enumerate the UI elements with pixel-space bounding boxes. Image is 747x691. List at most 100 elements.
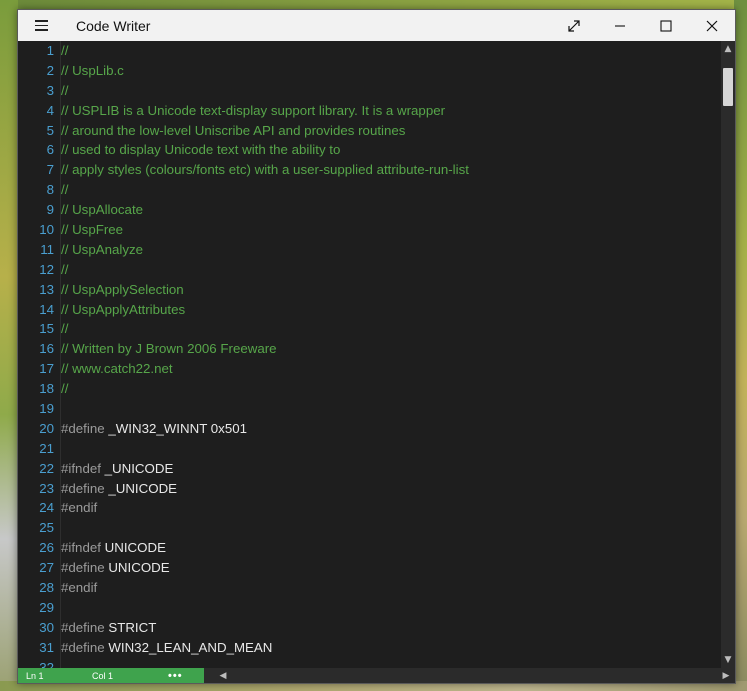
code-token: // USPLIB is a Unicode text-display supp… (61, 102, 446, 118)
line-number: 29 (39, 599, 54, 615)
code-line[interactable]: #endif (61, 498, 721, 518)
line-number: 13 (39, 281, 54, 297)
vertical-scrollbar[interactable]: ▲ ▼ (721, 41, 735, 668)
code-token: #endif (61, 580, 98, 596)
code-token: // (61, 381, 69, 397)
code-line[interactable]: // UspLib.c (61, 61, 721, 81)
code-line[interactable]: // www.catch22.net (61, 359, 721, 379)
line-number: 12 (39, 261, 54, 277)
code-line[interactable] (61, 518, 721, 538)
code-line[interactable]: // (61, 81, 721, 101)
line-number: 7 (46, 162, 54, 178)
code-line[interactable]: #define WIN32_LEAN_AND_MEAN (61, 638, 721, 658)
line-number: 26 (39, 540, 54, 556)
line-number: 6 (46, 142, 54, 158)
minimize-icon (615, 24, 625, 27)
code-line[interactable]: // Written by J Brown 2006 Freeware (61, 339, 721, 359)
code-token: // apply styles (colours/fonts etc) with… (61, 162, 469, 178)
line-number: 14 (39, 301, 54, 317)
horizontal-scrollbar[interactable]: ◀ ▶ (204, 668, 735, 683)
minimize-button[interactable] (597, 10, 643, 41)
code-token: #define (61, 619, 109, 635)
code-token: // www.catch22.net (61, 361, 173, 377)
code-line[interactable]: // apply styles (colours/fonts etc) with… (61, 160, 721, 180)
code-area[interactable]: // // UspLib.c // // USPLIB is a Unicode te… (60, 41, 721, 668)
line-number: 18 (39, 381, 54, 397)
code-token: // Written by J Brown 2006 Freeware (61, 341, 277, 357)
code-token: // UspFree (61, 222, 124, 238)
code-token: #define (61, 420, 109, 436)
maximize-button[interactable] (643, 10, 689, 41)
line-number: 24 (39, 500, 54, 516)
code-line[interactable]: // UspAnalyze (61, 240, 721, 260)
code-line[interactable]: #ifndef _UNICODE (61, 459, 721, 479)
code-token: // UspAnalyze (61, 241, 144, 257)
line-number: 23 (39, 480, 54, 496)
title-bar[interactable]: Code Writer (18, 10, 735, 41)
code-line[interactable]: #define UNICODE (61, 558, 721, 578)
code-token: _WIN32_WINNT 0x501 (108, 420, 248, 436)
code-token: #define (61, 560, 109, 576)
close-button[interactable] (689, 10, 735, 41)
expand-icon (568, 19, 580, 32)
line-number: 22 (39, 460, 54, 476)
line-number: 27 (39, 560, 54, 576)
code-token: // (61, 82, 69, 98)
code-token: // UspLib.c (61, 62, 124, 78)
code-token: #endif (61, 500, 98, 516)
line-number: 21 (39, 440, 54, 456)
fullscreen-button[interactable] (551, 10, 597, 41)
code-line[interactable]: #define _UNICODE (61, 479, 721, 499)
code-line[interactable] (61, 658, 721, 668)
line-number: 20 (39, 420, 54, 436)
code-line[interactable]: // UspApplySelection (61, 280, 721, 300)
code-token: // around the low-level Uniscribe API an… (61, 122, 406, 138)
code-line[interactable]: #endif (61, 578, 721, 598)
code-token: // (61, 321, 69, 337)
code-token: #define (61, 639, 109, 655)
code-line[interactable]: // (61, 41, 721, 61)
status-column-number: Col 1 (92, 670, 114, 681)
code-line[interactable]: #define _WIN32_WINNT 0x501 (61, 419, 721, 439)
code-token: STRICT (108, 619, 157, 635)
code-token: #ifndef (61, 540, 105, 556)
code-line[interactable] (61, 598, 721, 618)
code-line[interactable] (61, 399, 721, 419)
code-line[interactable]: // (61, 379, 721, 399)
code-line[interactable]: // UspAllocate (61, 200, 721, 220)
code-line[interactable]: // UspApplyAttributes (61, 300, 721, 320)
code-editor[interactable]: 1 2 3 4 5 6 7 8 9 10 11 12 13 14 15 16 17 18 19 20 21 22 23 24 2… (18, 41, 721, 668)
code-token: // (61, 261, 69, 277)
line-number: 4 (46, 102, 54, 118)
code-line[interactable]: // USPLIB is a Unicode text-display supp… (61, 101, 721, 121)
desktop-wallpaper-left (0, 0, 18, 691)
code-line[interactable]: // (61, 319, 721, 339)
line-number: 11 (40, 241, 54, 257)
status-line-number: Ln 1 (26, 670, 44, 681)
code-line[interactable]: // (61, 260, 721, 280)
line-number: 15 (39, 321, 54, 337)
line-number: 10 (39, 222, 54, 238)
app-window: Code Writer 1 2 3 4 5 6 7 8 9 10 11 12 13 14 15 16 17 18 1… (17, 9, 736, 684)
code-line[interactable]: // around the low-level Uniscribe API an… (61, 121, 721, 141)
line-number: 19 (39, 401, 54, 417)
scroll-up-arrow-icon[interactable]: ▲ (721, 42, 735, 56)
code-line[interactable]: #define STRICT (61, 618, 721, 638)
scroll-left-arrow-icon[interactable]: ◀ (216, 668, 230, 683)
line-number: 32 (39, 659, 54, 668)
code-token: _UNICODE (108, 480, 178, 496)
scroll-down-arrow-icon[interactable]: ▼ (721, 653, 735, 667)
vertical-scroll-thumb[interactable] (723, 68, 733, 106)
code-line[interactable]: #ifndef UNICODE (61, 538, 721, 558)
code-line[interactable] (61, 439, 721, 459)
code-line[interactable]: // used to display Unicode text with the… (61, 140, 721, 160)
line-number: 28 (39, 580, 54, 596)
status-more-icon[interactable]: ••• (168, 670, 183, 682)
line-number: 1 (46, 43, 54, 58)
code-line[interactable]: // UspFree (61, 220, 721, 240)
line-number: 8 (46, 182, 54, 198)
scroll-right-arrow-icon[interactable]: ▶ (719, 668, 733, 683)
hamburger-menu-icon[interactable] (18, 10, 64, 41)
code-token: _UNICODE (104, 460, 174, 476)
code-line[interactable]: // (61, 180, 721, 200)
